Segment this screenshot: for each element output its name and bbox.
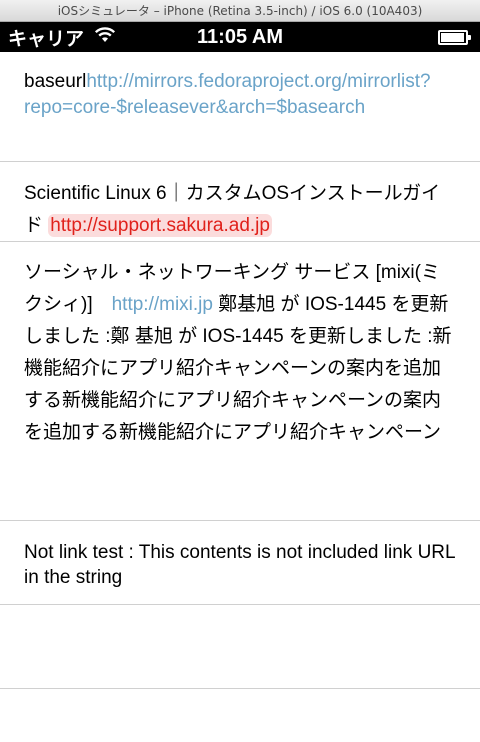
status-time: 11:05 AM: [197, 25, 283, 48]
window-title: iOSシミュレータ – iPhone (Retina 3.5-inch) / i…: [57, 4, 423, 18]
table-row[interactable]: ソーシャル・ネットワーキング サービス [mixi(ミクシィ)] http://…: [0, 242, 480, 521]
battery-icon: [438, 29, 471, 45]
cell-text: Not link test : This contents is not inc…: [24, 542, 455, 588]
cell-text: 鄭基旭 が IOS-1445 を更新しました :鄭 基旭 が IOS-1445 …: [24, 294, 452, 443]
battery-level-fill: [441, 32, 464, 42]
status-bar: キャリア 11:05 AM: [0, 22, 480, 52]
table-row[interactable]: baseurlhttp://mirrors.fedoraproject.org/…: [0, 52, 480, 162]
empty-table-row: [0, 605, 480, 689]
link-table-view[interactable]: baseurlhttp://mirrors.fedoraproject.org/…: [0, 52, 480, 689]
url-link[interactable]: http://mixi.jp: [112, 294, 213, 315]
table-row[interactable]: Scientific Linux 6｜カスタムOSインストールガイド http:…: [0, 162, 480, 242]
wifi-icon: [94, 26, 116, 48]
carrier-label: キャリア: [8, 27, 85, 50]
table-row[interactable]: Not link test : This contents is not inc…: [0, 521, 480, 605]
cell-text: baseurl: [24, 71, 87, 92]
url-link-highlighted[interactable]: http://support.sakura.ad.jp: [48, 214, 272, 237]
simulator-title-bar: iOSシミュレータ – iPhone (Retina 3.5-inch) / i…: [0, 0, 480, 22]
